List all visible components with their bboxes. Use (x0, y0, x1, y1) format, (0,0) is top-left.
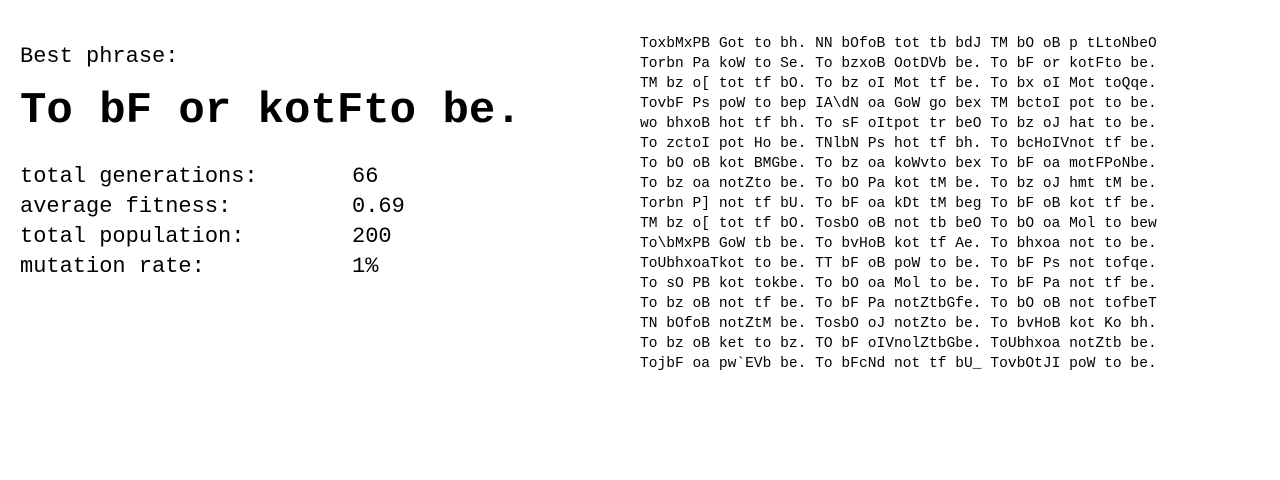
stat-row-mutation-rate: mutation rate: 1% (20, 252, 600, 282)
stat-value: 66 (352, 164, 379, 189)
best-phrase-panel: Best phrase: To bF or kotFto be. total g… (20, 42, 600, 282)
population-phrase: ToxbMxPB Got to bh. NN bOfoB tot tb bdJ … (640, 36, 1157, 52)
stat-label: total generations: (20, 164, 258, 189)
stat-row-population: total population: 200 (20, 222, 600, 252)
population-phrases-list: ToxbMxPB Got to bh. NN bOfoB tot tb bdJ … (640, 34, 1260, 374)
population-phrase: To zctoI pot Ho be. TNlbN Ps hot tf bh. … (640, 136, 1157, 152)
best-phrase-label: Best phrase: (20, 44, 179, 69)
stat-row-generations: total generations: 66 (20, 162, 600, 192)
stat-value: 1% (352, 254, 379, 279)
stat-value: 200 (352, 224, 392, 249)
population-phrase: TN bOfoB notZtM be. TosbO oJ notZto be. … (640, 316, 1157, 332)
population-phrase: To bz oB ket to bz. TO bF oIVnolZtbGbe. … (640, 336, 1157, 352)
population-phrase: Torbn Pa koW to Se. To bzxoB OotDVb be. … (640, 56, 1157, 72)
best-phrase-value: To bF or kotFto be. (20, 86, 522, 136)
stat-label: total population: (20, 224, 245, 249)
population-phrase: TM bz o[ tot tf bO. TosbO oB not tb beO … (640, 216, 1157, 232)
population-phrase: Torbn P] not tf bU. To bF oa kDt tM beg … (640, 196, 1157, 212)
stat-row-fitness: average fitness: 0.69 (20, 192, 600, 222)
population-phrase: To\bMxPB GoW tb be. To bvHoB kot tf Ae. … (640, 236, 1157, 252)
population-phrase: To sO PB kot tokbe. To bO oa Mol to be. … (640, 276, 1157, 292)
population-phrase: TovbF Ps poW to bep IA\dN oa GoW go bex … (640, 96, 1157, 112)
population-phrase: ToUbhxoaTkot to be. TT bF oB poW to be. … (640, 256, 1157, 272)
population-phrase: To bz oB not tf be. To bF Pa notZtbGfe. … (640, 296, 1157, 312)
stat-value: 0.69 (352, 194, 405, 219)
population-phrase: TojbF oa pw`EVb be. To bFcNd not tf bU_ … (640, 356, 1157, 372)
population-phrase: TM bz o[ tot tf bO. To bz oI Mot tf be. … (640, 76, 1157, 92)
population-phrase: wo bhxoB hot tf bh. To sF oItpot tr beO … (640, 116, 1157, 132)
population-phrase: To bO oB kot BMGbe. To bz oa koWvto bex … (640, 156, 1157, 172)
stats-list: total generations: 66 average fitness: 0… (20, 162, 600, 282)
stat-label: mutation rate: (20, 254, 205, 279)
population-phrase: To bz oa notZto be. To bO Pa kot tM be. … (640, 176, 1157, 192)
stat-label: average fitness: (20, 194, 232, 219)
